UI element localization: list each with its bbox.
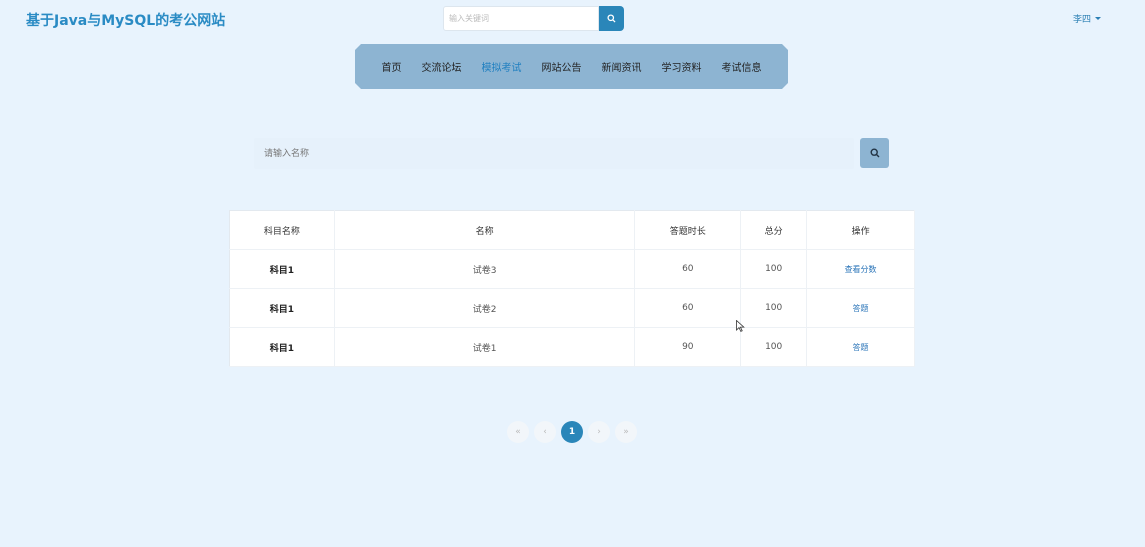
cell-action: 查看分数: [806, 249, 915, 289]
cell-subject: 科目1: [229, 327, 335, 367]
nav-item-mock-exam[interactable]: 模拟考试: [472, 59, 532, 74]
name-search-button[interactable]: [860, 138, 889, 168]
cell-score: 100: [740, 327, 808, 367]
pagination: « ‹ 1 › »: [507, 421, 637, 443]
search-icon: [607, 14, 616, 23]
keyword-search-input[interactable]: [443, 6, 599, 31]
column-header-action: 操作: [806, 210, 915, 250]
caret-down-icon: [1095, 17, 1102, 20]
first-page-button[interactable]: «: [507, 421, 529, 443]
column-header-score: 总分: [740, 210, 808, 250]
nav-item-study-materials[interactable]: 学习资料: [652, 59, 712, 74]
nav-item-exam-info[interactable]: 考试信息: [712, 59, 772, 74]
answer-link[interactable]: 答题: [853, 304, 869, 313]
cell-subject: 科目1: [229, 249, 335, 289]
next-page-button[interactable]: ›: [588, 421, 610, 443]
nav-item-news[interactable]: 新闻资讯: [592, 59, 652, 74]
nav-item-forum[interactable]: 交流论坛: [412, 59, 472, 74]
cell-action: 答题: [806, 288, 915, 328]
cell-name: 试卷3: [334, 249, 636, 289]
view-score-link[interactable]: 查看分数: [845, 265, 877, 274]
site-title[interactable]: 基于Java与MySQL的考公网站: [26, 10, 225, 30]
table-row: 科目1 试卷3 60 100 查看分数: [229, 249, 915, 289]
answer-link[interactable]: 答题: [853, 343, 869, 352]
exam-table: 科目名称 名称 答题时长 总分 操作 科目1 试卷3 60 100 查看分数 科…: [229, 210, 915, 367]
column-header-name: 名称: [334, 210, 636, 250]
header-search: [443, 6, 624, 31]
table-row: 科目1 试卷1 90 100 答题: [229, 327, 915, 367]
cell-score: 100: [740, 249, 808, 289]
nav-item-announcement[interactable]: 网站公告: [532, 59, 592, 74]
table-header-row: 科目名称 名称 答题时长 总分 操作: [229, 210, 915, 250]
cell-duration: 90: [634, 327, 742, 367]
cell-subject: 科目1: [229, 288, 335, 328]
cell-name: 试卷2: [334, 288, 636, 328]
cell-action: 答题: [806, 327, 915, 367]
table-row: 科目1 试卷2 60 100 答题: [229, 288, 915, 328]
user-name: 李四: [1073, 15, 1092, 25]
cell-duration: 60: [634, 249, 742, 289]
column-header-duration: 答题时长: [634, 210, 742, 250]
user-menu[interactable]: 李四: [1073, 12, 1102, 25]
column-header-subject: 科目名称: [229, 210, 335, 250]
nav-item-home[interactable]: 首页: [372, 59, 412, 74]
cell-duration: 60: [634, 288, 742, 328]
main-nav: 首页 交流论坛 模拟考试 网站公告 新闻资讯 学习资料 考试信息: [355, 44, 788, 89]
header-search-button[interactable]: [599, 6, 624, 31]
cell-score: 100: [740, 288, 808, 328]
prev-page-button[interactable]: ‹: [534, 421, 556, 443]
page-1-button[interactable]: 1: [561, 421, 583, 443]
search-icon: [869, 148, 879, 158]
cell-name: 试卷1: [334, 327, 636, 367]
last-page-button[interactable]: »: [615, 421, 637, 443]
name-search-bar: [254, 138, 889, 169]
name-search-input[interactable]: [254, 138, 854, 169]
